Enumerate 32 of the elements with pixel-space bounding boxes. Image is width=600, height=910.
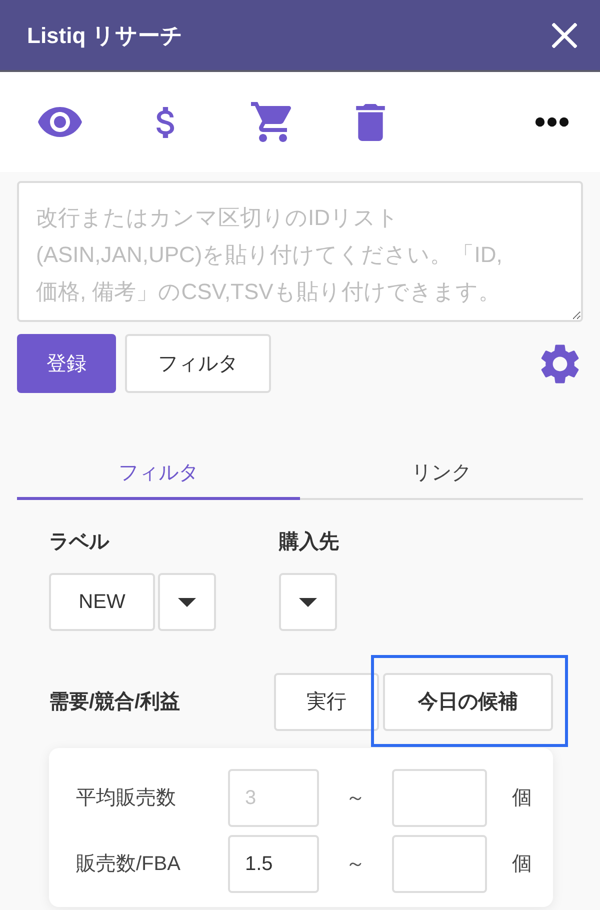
- filter-button[interactable]: フィルタ: [125, 334, 271, 393]
- unit-label: 個: [512, 852, 532, 877]
- filter-label: 購入先: [279, 530, 340, 555]
- filter-label: ラベル: [49, 530, 110, 555]
- register-button[interactable]: 登録: [17, 334, 116, 393]
- range-separator: ～: [344, 852, 366, 877]
- caret-icon: [299, 598, 317, 606]
- settings-icon[interactable]: [540, 344, 580, 384]
- unit-label: 個: [512, 786, 532, 811]
- range-label: 販売数/FBA: [76, 852, 182, 877]
- id-list-input[interactable]: 改行またはカンマ区切りのIDリスト(ASIN,JAN,UPC)を貼り付けてください。「ID, 価格, 備考」のCSV,TSVも貼り付けできます。: [17, 181, 583, 322]
- min-input[interactable]: 1.5: [228, 835, 319, 893]
- trash-icon[interactable]: [356, 104, 384, 140]
- more-icon[interactable]: [535, 117, 569, 127]
- max-input[interactable]: [392, 835, 487, 893]
- label-select[interactable]: NEW: [49, 573, 155, 631]
- eye-icon[interactable]: [38, 107, 82, 137]
- cart-icon[interactable]: [251, 102, 293, 142]
- dropdown-button[interactable]: [158, 573, 216, 631]
- max-input[interactable]: [392, 769, 487, 827]
- range-separator: ～: [344, 786, 366, 811]
- action-button[interactable]: 今日の候補: [383, 673, 553, 731]
- min-input[interactable]: 3: [228, 769, 319, 827]
- range-label: 平均販売数: [76, 786, 177, 811]
- window-title: Listiq リサーチ: [27, 22, 183, 50]
- close-icon[interactable]: [552, 22, 577, 48]
- tab[interactable]: リンク: [300, 448, 583, 500]
- action-button[interactable]: 実行: [274, 673, 379, 731]
- section-title: 需要/競合/利益: [49, 690, 180, 715]
- dropdown-button[interactable]: [279, 573, 337, 631]
- tab[interactable]: フィルタ: [17, 448, 300, 500]
- caret-icon: [178, 598, 196, 606]
